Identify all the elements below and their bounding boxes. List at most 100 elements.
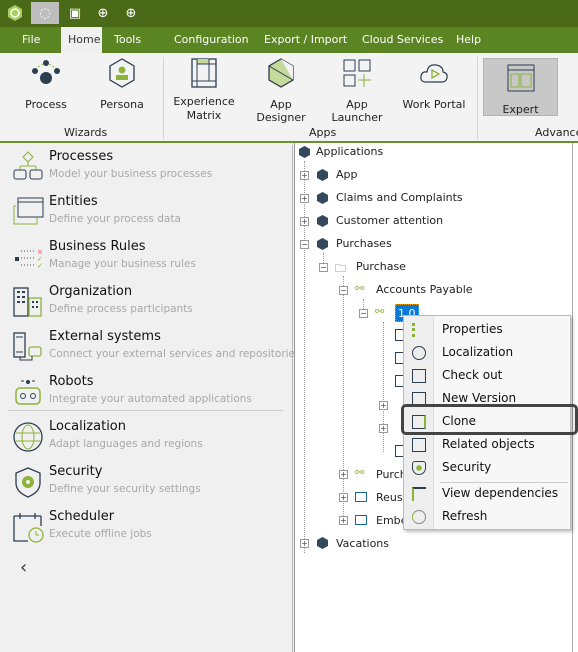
expert-button[interactable]: Expert	[483, 58, 558, 116]
modules-panel: Processes Model your business processes E…	[0, 145, 300, 652]
application-icon	[317, 192, 328, 204]
related-objects-icon	[412, 438, 426, 452]
ribbon-separator	[477, 57, 478, 139]
process-button[interactable]: Process	[22, 57, 70, 111]
menu-item-refresh[interactable]: Refresh	[404, 506, 570, 528]
persona-icon	[109, 58, 135, 88]
module-scheduler[interactable]: Scheduler Execute offline jobs	[12, 509, 282, 549]
modules-divider	[8, 410, 283, 411]
security-icon	[412, 461, 426, 475]
localization-icon	[412, 346, 426, 360]
expand-toggle[interactable]: +	[300, 217, 309, 226]
expand-toggle[interactable]: +	[379, 401, 388, 410]
process-tree-icon: ⚯	[355, 282, 365, 295]
quick-access-window-icon[interactable]: ▣	[62, 2, 88, 24]
work-portal-icon	[420, 64, 448, 83]
tree-item-customer-attention[interactable]: Customer attention	[336, 212, 443, 230]
menu-help[interactable]: Help	[446, 27, 491, 53]
collapse-toggle[interactable]: −	[319, 263, 328, 272]
svg-text:✓: ✓	[37, 262, 43, 270]
collapse-panel-chevron-left-icon[interactable]: ‹	[20, 557, 27, 578]
collapse-toggle[interactable]: −	[359, 309, 368, 318]
organization-icon	[13, 287, 42, 317]
menu-item-properties[interactable]: Properties	[404, 319, 570, 341]
embedded-icon	[355, 515, 367, 525]
business-rules-icon: ×✓✓	[15, 248, 43, 270]
menu-item-related-objects[interactable]: Related objects	[404, 434, 570, 456]
localization-icon	[13, 422, 43, 452]
menu-configuration[interactable]: Configuration	[164, 27, 259, 53]
app-designer-icon	[268, 58, 294, 88]
refresh-icon	[412, 510, 426, 524]
process-icon	[32, 60, 60, 84]
process-tree-icon: ⚯	[355, 466, 365, 479]
app-designer-button[interactable]: App Designer	[245, 57, 317, 124]
external-systems-icon	[13, 332, 42, 361]
expert-icon	[507, 64, 534, 92]
module-localization[interactable]: Localization Adapt languages and regions	[12, 419, 282, 459]
tree-item-applications[interactable]: Applications	[316, 143, 383, 161]
application-icon	[317, 215, 328, 227]
title-bar: ◌ ▣ ⊕ ⊕	[0, 0, 578, 27]
applications-icon	[299, 146, 310, 158]
group-advanced: Advanced	[535, 126, 578, 139]
ribbon-separator	[163, 57, 164, 139]
menu-tools[interactable]: Tools	[114, 27, 141, 53]
version-icon: ⚯	[375, 305, 385, 318]
expand-toggle[interactable]: +	[300, 539, 309, 548]
module-business-rules[interactable]: × ✓ ✓ Business Rules Manage your business r…	[12, 239, 282, 279]
entities-icon	[13, 197, 44, 225]
quick-access-upload-icon[interactable]: ⊕	[90, 2, 116, 24]
menu-home[interactable]: Home	[61, 27, 102, 53]
robots-icon	[15, 380, 41, 405]
menu-item-security[interactable]: Security	[404, 457, 570, 479]
expand-toggle[interactable]: +	[339, 470, 348, 479]
processes-icon	[13, 151, 43, 180]
module-organization[interactable]: Organization Define process participants	[12, 284, 282, 324]
collapse-toggle[interactable]: −	[339, 286, 348, 295]
clone-highlight	[401, 404, 578, 435]
view-dependencies-icon	[412, 487, 426, 501]
check-out-icon	[412, 369, 426, 383]
panel-border	[572, 143, 573, 652]
tree-item-purchase[interactable]: Purchase	[356, 258, 406, 276]
quick-access-download-icon[interactable]: ⊕	[118, 2, 144, 24]
app-launcher-button[interactable]: App Launcher	[321, 57, 393, 124]
work-portal-button[interactable]: Work Portal	[402, 57, 466, 111]
expand-toggle[interactable]: +	[300, 194, 309, 203]
application-icon	[317, 537, 328, 549]
group-apps: Apps	[309, 126, 337, 139]
module-external-systems[interactable]: External systems Connect your external se…	[12, 329, 300, 369]
experience-matrix-button[interactable]: Experience Matrix	[172, 57, 236, 123]
ribbon: Process Persona Experience Matrix App De…	[0, 53, 578, 143]
group-wizards: Wizards	[64, 126, 108, 139]
application-icon	[317, 238, 328, 250]
menu-file[interactable]: File	[12, 27, 50, 53]
menu-item-check-out[interactable]: Check out	[404, 365, 570, 387]
folder-icon: 🗀	[335, 262, 346, 275]
tree-item-vacations[interactable]: Vacations	[336, 535, 389, 553]
tree-item-app[interactable]: App	[336, 166, 358, 184]
persona-button[interactable]: Persona	[98, 57, 146, 111]
quick-access-process-icon[interactable]: ◌	[31, 2, 59, 24]
expand-toggle[interactable]: +	[300, 171, 309, 180]
expand-toggle[interactable]: +	[379, 424, 388, 433]
module-entities[interactable]: Entities Define your process data	[12, 194, 282, 234]
expand-toggle[interactable]: +	[339, 493, 348, 502]
reusable-icon	[355, 492, 367, 502]
menu-cloud-services[interactable]: Cloud Services	[352, 27, 453, 53]
tree-item-claims[interactable]: Claims and Complaints	[336, 189, 463, 207]
collapse-toggle[interactable]: −	[300, 240, 309, 249]
application-icon	[317, 169, 328, 181]
module-processes[interactable]: Processes Model your business processes	[12, 149, 282, 189]
security-icon	[15, 467, 41, 498]
menu-item-view-dependencies[interactable]: View dependencies	[404, 483, 570, 505]
menu-item-localization[interactable]: Localization	[404, 342, 570, 364]
menu-export-import[interactable]: Export / Import	[254, 27, 357, 53]
tree-item-accounts-payable[interactable]: Accounts Payable	[376, 281, 473, 299]
module-security[interactable]: Security Define your security settings	[12, 464, 282, 504]
expand-toggle[interactable]: +	[339, 516, 348, 525]
module-robots[interactable]: Robots Integrate your automated applicati…	[12, 374, 282, 414]
tree-item-purchases[interactable]: Purchases	[336, 235, 392, 253]
app-launcher-icon	[343, 59, 371, 87]
